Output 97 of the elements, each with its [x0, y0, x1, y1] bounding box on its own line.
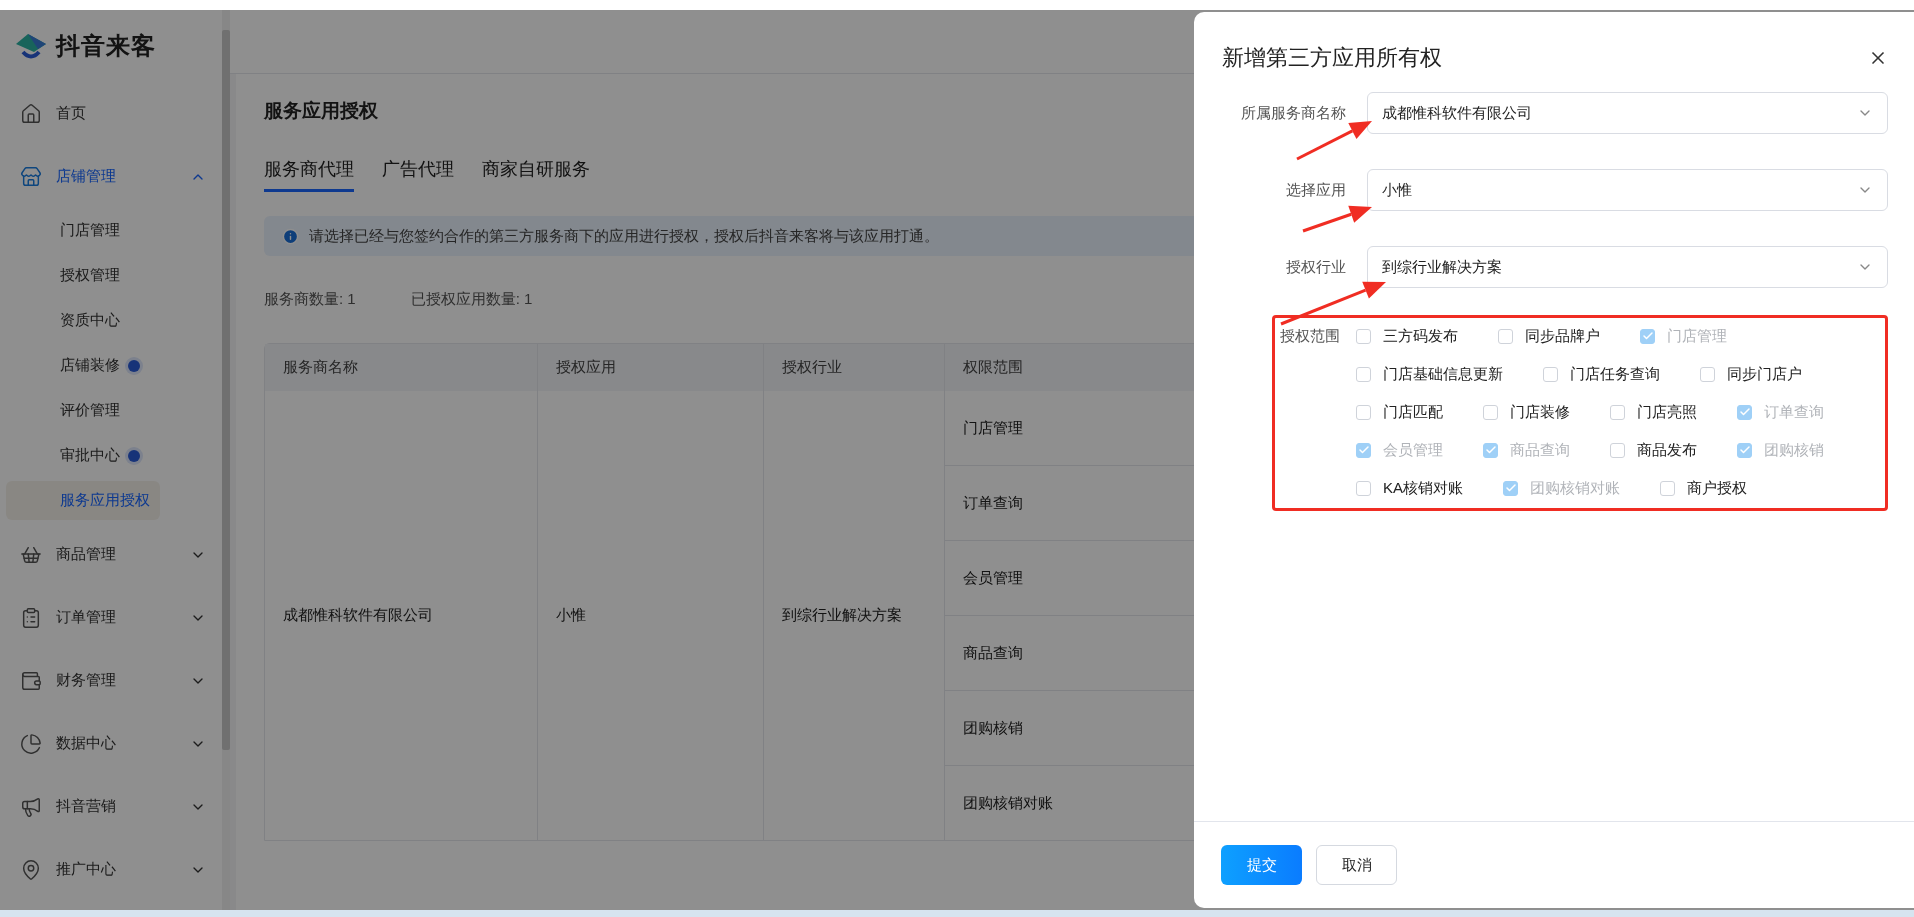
- store-icon: [20, 165, 42, 188]
- select-field[interactable]: 到综行业解决方案: [1367, 246, 1888, 288]
- checkbox-option[interactable]: 同步门店户: [1700, 364, 1802, 384]
- checkbox[interactable]: [1498, 328, 1513, 344]
- info-text: 请选择已经与您签约合作的第三方服务商下的应用进行授权，授权后抖音来客将与该应用打通。: [309, 226, 939, 246]
- sidebar-subitem[interactable]: 授权管理: [6, 253, 160, 298]
- checkbox-label: 门店亮照: [1637, 402, 1697, 422]
- annotation-arrow: [1302, 205, 1372, 233]
- checkbox-label: 门店任务查询: [1570, 364, 1660, 384]
- stat-text: 服务商数量: 1: [264, 290, 356, 309]
- logo-text: 抖音来客: [56, 31, 156, 61]
- checkbox-label: 团购核销对账: [1530, 478, 1620, 498]
- checkbox-label: 商户授权: [1687, 478, 1747, 498]
- column-header: 授权应用: [538, 344, 764, 391]
- info-icon: [282, 227, 299, 245]
- sidebar-item-label: 商品管理: [56, 545, 117, 564]
- sidebar-subitem[interactable]: 审批中心: [6, 433, 160, 478]
- sidebar-item[interactable]: 首页: [0, 82, 222, 145]
- sidebar-item-label: 抖音营销: [56, 797, 117, 816]
- column-header: 授权行业: [764, 344, 945, 391]
- cancel-button[interactable]: 取消: [1316, 845, 1397, 885]
- page-title: 服务应用授权: [264, 99, 378, 123]
- checkbox[interactable]: [1640, 328, 1655, 344]
- sidebar-item-label: 数据中心: [56, 734, 117, 753]
- scrollbar[interactable]: [222, 10, 230, 910]
- checkbox[interactable]: [1356, 366, 1371, 382]
- checkbox-label: 团购核销: [1764, 440, 1824, 460]
- clipboard-icon: [20, 606, 42, 629]
- table-cell: 成都惟科软件有限公司: [265, 391, 538, 840]
- table-cell: 到综行业解决方案: [764, 391, 945, 840]
- checkbox[interactable]: [1610, 442, 1625, 458]
- checkbox[interactable]: [1503, 480, 1518, 496]
- tab[interactable]: 商家自研服务: [482, 157, 590, 192]
- sidebar-item-label: 订单管理: [56, 608, 117, 627]
- sidebar-subitem[interactable]: 门店管理: [6, 208, 160, 253]
- sidebar-item[interactable]: 数据中心: [0, 712, 222, 775]
- checkbox[interactable]: [1483, 442, 1498, 458]
- checkbox[interactable]: [1660, 480, 1675, 496]
- sidebar-subitem[interactable]: 店铺装修: [6, 343, 160, 388]
- tab[interactable]: 服务商代理: [264, 157, 354, 192]
- sidebar-item[interactable]: 推广中心: [0, 838, 222, 901]
- checkbox-option[interactable]: 同步品牌户: [1498, 326, 1600, 346]
- checkbox-label: 门店管理: [1667, 326, 1727, 346]
- submit-button[interactable]: 提交: [1221, 845, 1302, 885]
- checkbox[interactable]: [1356, 328, 1371, 344]
- sidebar-subitem[interactable]: 评价管理: [6, 388, 160, 433]
- checkbox-option[interactable]: 三方码发布: [1356, 326, 1458, 346]
- table-cell-text: 团购核销对账: [962, 792, 1054, 813]
- checkbox-label: 三方码发布: [1383, 326, 1458, 346]
- checkbox-label: 同步门店户: [1727, 364, 1802, 384]
- sidebar-item[interactable]: 店铺管理: [0, 145, 222, 208]
- checkbox-label: 同步品牌户: [1525, 326, 1600, 346]
- sidebar-item-label: 店铺管理: [56, 167, 117, 186]
- sidebar-item[interactable]: 商品管理: [0, 523, 222, 586]
- stat-text: 已授权应用数量: 1: [410, 290, 533, 309]
- sidebar-item[interactable]: 订单管理: [0, 586, 222, 649]
- pie-chart-icon: [20, 732, 42, 755]
- select-field[interactable]: 成都惟科软件有限公司: [1367, 92, 1888, 134]
- sidebar-item[interactable]: 财务管理: [0, 649, 222, 712]
- home-icon: [20, 102, 42, 125]
- wallet-icon: [20, 669, 42, 692]
- sidebar-subitem[interactable]: 服务应用授权: [6, 481, 160, 520]
- checkbox[interactable]: [1737, 404, 1752, 420]
- checkbox[interactable]: [1737, 442, 1752, 458]
- checkbox[interactable]: [1356, 480, 1371, 496]
- sidebar-item-label: 推广中心: [56, 860, 117, 879]
- checkbox[interactable]: [1610, 404, 1625, 420]
- checkbox-option[interactable]: 门店装修: [1483, 402, 1570, 422]
- select-field[interactable]: 小惟: [1367, 169, 1888, 211]
- checkbox[interactable]: [1700, 366, 1715, 382]
- tab[interactable]: 广告代理: [382, 157, 454, 192]
- column-header: 服务商名称: [265, 344, 538, 391]
- logo-icon: [14, 31, 48, 61]
- checkbox-label: 商品查询: [1510, 440, 1570, 460]
- checkbox-label: 订单查询: [1764, 402, 1824, 422]
- field-label: 授权范围: [1280, 326, 1340, 346]
- sidebar-item-label: 首页: [56, 104, 87, 123]
- checkbox[interactable]: [1483, 404, 1498, 420]
- checkbox-option[interactable]: 门店任务查询: [1543, 364, 1660, 384]
- sidebar-subitem[interactable]: 资质中心: [6, 298, 160, 343]
- checkbox-label: 商品发布: [1637, 440, 1697, 460]
- checkbox-label: 门店装修: [1510, 402, 1570, 422]
- checkbox[interactable]: [1356, 442, 1371, 458]
- drawer-title: 新增第三方应用所有权: [1222, 44, 1442, 72]
- checkbox-option[interactable]: 商品发布: [1610, 440, 1697, 460]
- field-label: 选择应用: [1285, 180, 1346, 200]
- checkbox[interactable]: [1543, 366, 1558, 382]
- sidebar-item-label: 财务管理: [56, 671, 117, 690]
- field-label: 授权行业: [1285, 257, 1346, 277]
- checkbox-option[interactable]: 门店亮照: [1610, 402, 1697, 422]
- table-cell: 小惟: [538, 391, 764, 840]
- map-pin-icon: [20, 858, 42, 881]
- sidebar-item[interactable]: 抖音营销: [0, 775, 222, 838]
- field-label: 所属服务商名称: [1240, 103, 1346, 123]
- checkbox[interactable]: [1356, 404, 1371, 420]
- checkbox-option[interactable]: 商户授权: [1660, 478, 1747, 498]
- megaphone-icon: [20, 795, 42, 818]
